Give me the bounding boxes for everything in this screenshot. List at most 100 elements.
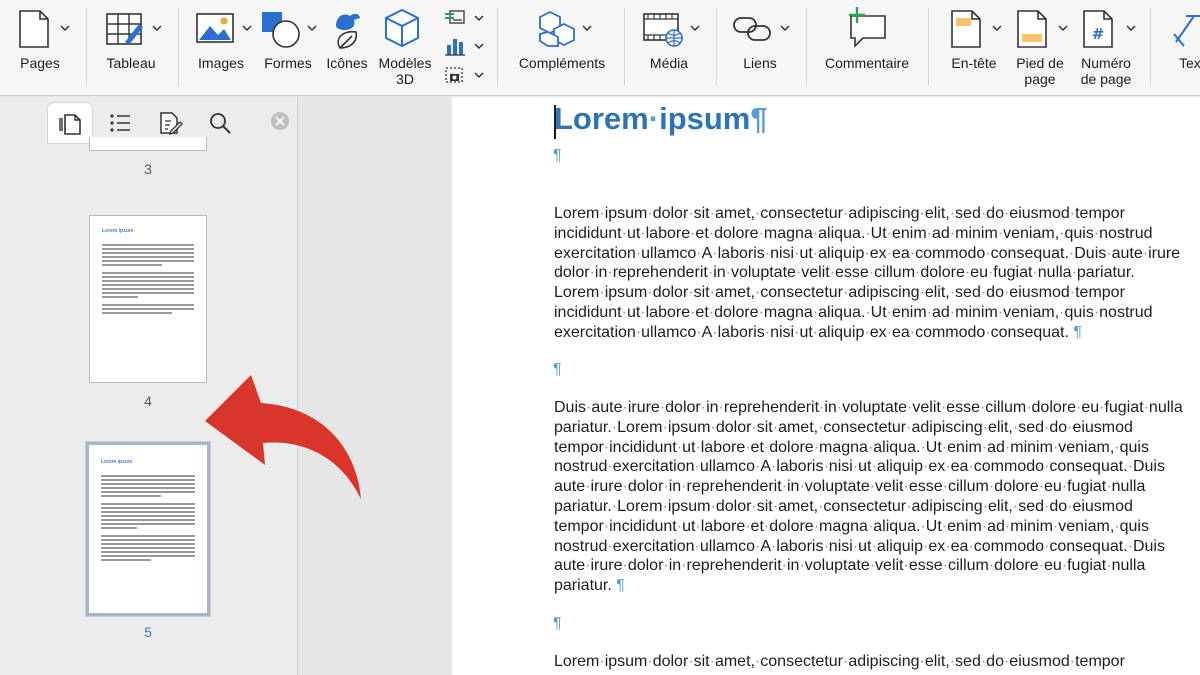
text-line: nostrud·exercitation·ullamco·A·laboris·n… xyxy=(554,537,1165,555)
links-label: Liens xyxy=(743,55,777,71)
pages-button[interactable]: Pages xyxy=(10,0,72,95)
chevron-down-icon[interactable] xyxy=(242,24,252,32)
space-mark: · xyxy=(709,284,715,302)
chevron-down-icon[interactable] xyxy=(690,24,700,32)
space-mark: · xyxy=(886,303,892,321)
space-mark: · xyxy=(1068,244,1075,262)
paragraph-1[interactable]: Lorem·ipsum·dolor·sit·amet,·consectetur·… xyxy=(554,204,1200,343)
chevron-down-icon[interactable] xyxy=(60,24,70,32)
cube-icon xyxy=(385,8,419,48)
space-mark: · xyxy=(920,438,926,456)
space-mark: · xyxy=(1026,399,1032,416)
text-button[interactable]: Tex xyxy=(1162,0,1200,95)
space-mark: · xyxy=(1044,537,1050,555)
thumbnail-line xyxy=(102,304,194,306)
thumbnail-line xyxy=(102,288,194,290)
links-button[interactable]: Liens xyxy=(728,0,794,95)
thumbnail-line xyxy=(101,475,195,477)
space-mark: · xyxy=(725,264,731,282)
chevron-down-icon[interactable] xyxy=(474,71,484,79)
close-icon[interactable] xyxy=(270,111,290,131)
space-mark: · xyxy=(865,224,871,242)
thumbnail-line xyxy=(101,511,195,513)
space-mark: · xyxy=(1061,478,1068,496)
page-number-label-1: Numéro xyxy=(1081,55,1131,71)
space-mark: · xyxy=(1052,438,1059,456)
space-mark: · xyxy=(819,399,825,416)
thumbnail-line xyxy=(101,547,195,549)
text-line: Lorem·ipsum·dolor·sit·amet,·consectetur·… xyxy=(554,205,1125,222)
comment-button[interactable]: Commentaire xyxy=(816,0,918,95)
space-mark: · xyxy=(710,497,716,515)
space-mark: · xyxy=(585,557,591,575)
space-mark: · xyxy=(1044,458,1050,476)
space-mark: · xyxy=(812,224,819,242)
chart-button[interactable] xyxy=(444,36,486,58)
space-mark: · xyxy=(823,458,829,476)
space-mark: · xyxy=(979,399,986,416)
thumbnail-line xyxy=(101,479,195,481)
page-number-button[interactable]: # Numéro de page xyxy=(1074,0,1140,95)
header-button[interactable]: En-tête xyxy=(942,0,1008,95)
chevron-down-icon[interactable] xyxy=(474,42,484,50)
paragraph-3[interactable]: Lorem·ipsum·dolor·sit·amet,·consectetur·… xyxy=(554,652,1200,672)
space-mark: · xyxy=(771,458,777,476)
space-mark: · xyxy=(754,284,761,302)
images-button[interactable]: Images xyxy=(192,0,254,95)
screenshot-button[interactable] xyxy=(444,64,486,88)
space-mark: · xyxy=(813,517,820,535)
space-mark: · xyxy=(980,205,987,222)
footer-button[interactable]: Pied de page xyxy=(1008,0,1074,95)
space-mark: · xyxy=(694,458,700,476)
space-mark: · xyxy=(1004,517,1011,535)
ribbon-separator xyxy=(716,8,717,86)
list-icon xyxy=(110,114,130,132)
document-page[interactable]: Lorem·ipsum¶ ¶ Lorem·ipsum·dolor·sit·ame… xyxy=(452,97,1200,675)
space-mark: · xyxy=(867,517,874,535)
page-thumbnail-selected[interactable]: Lorem ipsum xyxy=(86,442,210,616)
thumbnails-tab[interactable] xyxy=(48,103,92,143)
chevron-down-icon[interactable] xyxy=(780,24,790,32)
space-mark: · xyxy=(758,224,764,242)
table-button[interactable]: Tableau xyxy=(100,0,166,95)
chevron-down-icon[interactable] xyxy=(307,24,317,32)
space-mark: · xyxy=(607,537,613,555)
ribbon-separator xyxy=(1150,8,1151,86)
text-line: nostrud·exercitation·ullamco·A·laboris·n… xyxy=(554,458,1165,476)
ribbon-separator xyxy=(624,8,625,86)
text-line: Lorem·ipsum·dolor·sit·amet,·consectetur·… xyxy=(554,284,1125,302)
shapes-button[interactable]: Formes xyxy=(258,0,320,95)
document-heading[interactable]: Lorem·ipsum¶ xyxy=(554,101,768,137)
space-mark: · xyxy=(599,205,605,222)
chevron-down-icon[interactable] xyxy=(474,14,484,22)
media-button[interactable]: Média xyxy=(636,0,704,95)
chevron-down-icon[interactable] xyxy=(1058,24,1068,32)
chevron-down-icon[interactable] xyxy=(582,24,592,32)
space-mark: · xyxy=(648,101,660,136)
space-mark: · xyxy=(920,517,926,535)
thumbnail-line xyxy=(101,519,195,521)
space-mark: · xyxy=(869,557,876,575)
space-mark: · xyxy=(906,497,912,515)
icons-button[interactable]: Icônes xyxy=(322,0,372,95)
space-mark: · xyxy=(607,458,613,476)
space-mark: · xyxy=(694,537,700,555)
page-thumbnail[interactable]: Lorem ipsum xyxy=(89,215,207,383)
addins-button[interactable]: Compléments xyxy=(510,0,614,95)
3d-models-button[interactable]: Modèles 3D xyxy=(374,0,440,95)
paragraph-2[interactable]: Duis·aute·irure·dolor·in·reprehenderit·i… xyxy=(554,398,1200,596)
chevron-down-icon[interactable] xyxy=(992,24,1002,32)
space-mark: · xyxy=(1052,517,1059,535)
thumbnail-line xyxy=(101,487,195,489)
space-mark: · xyxy=(843,284,849,302)
pilcrow-mark: ¶ xyxy=(616,577,625,595)
space-mark: · xyxy=(764,323,771,341)
space-mark: · xyxy=(1106,478,1112,496)
space-mark: · xyxy=(1043,418,1050,436)
page-thumbnail[interactable] xyxy=(89,137,207,151)
chevron-down-icon[interactable] xyxy=(152,24,162,32)
smartart-button[interactable] xyxy=(444,8,486,30)
space-mark: · xyxy=(812,323,819,341)
chevron-down-icon[interactable] xyxy=(1126,24,1136,32)
thumbnail-line xyxy=(102,292,194,294)
